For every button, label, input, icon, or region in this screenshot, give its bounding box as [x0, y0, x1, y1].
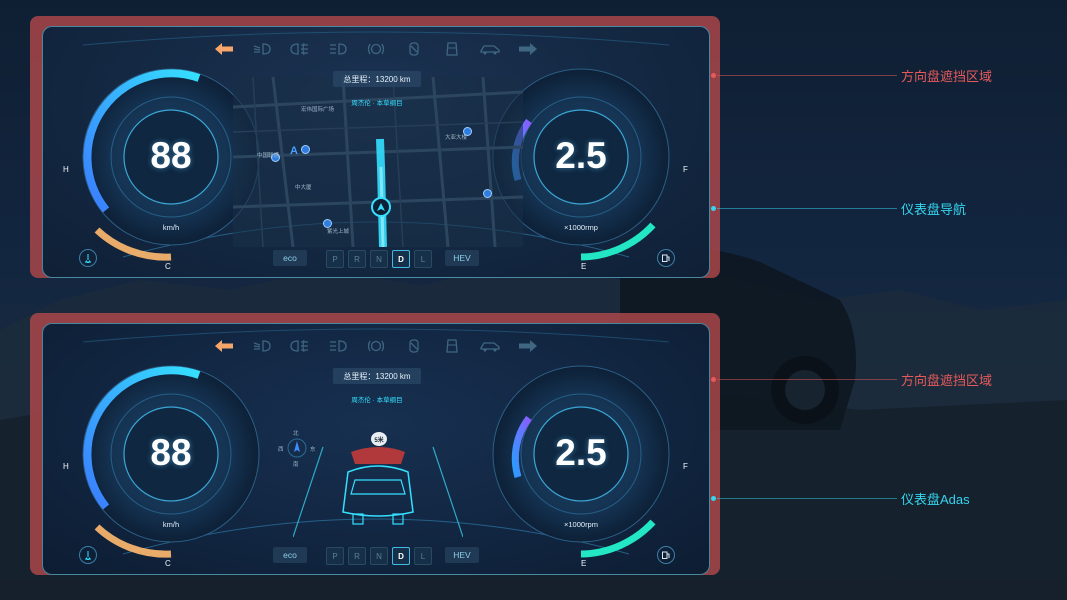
gear-r[interactable]: R: [348, 250, 366, 268]
cluster-panel-adas: 5米 北 南 西 东 总里程：13200 km 周杰伦 · 本草纲目 88 km…: [30, 313, 720, 575]
map-label: 紫光上城: [327, 229, 350, 235]
right-turn-arrow-icon: [516, 336, 540, 356]
fog-light-icon: [288, 336, 312, 356]
map-poi-icon[interactable]: [483, 189, 492, 198]
car-body-icon: [478, 336, 502, 356]
gear-p[interactable]: P: [326, 250, 344, 268]
adas-distance-badge: 5米: [371, 432, 387, 446]
map-label: 宏伟国际广场: [301, 107, 335, 113]
seat-belt-icon: [402, 336, 426, 356]
compass-north-icon: A: [290, 145, 298, 157]
car-body-icon: [478, 39, 502, 59]
callout-mask-label: 方向盘遮挡区域: [901, 69, 993, 84]
vehicle-location-icon: [371, 197, 391, 217]
gear-d[interactable]: D: [392, 547, 410, 565]
drive-mode-hev[interactable]: HEV: [445, 250, 479, 266]
map-label: 大亚大楼: [445, 135, 468, 141]
drive-mode-eco[interactable]: eco: [273, 547, 307, 563]
map-poi-icon[interactable]: [301, 145, 310, 154]
fuel-full-label: F: [683, 165, 688, 174]
door-open-icon: [440, 336, 464, 356]
adas-lane-view: [293, 446, 463, 538]
speed-unit: km/h: [162, 223, 180, 232]
right-turn-arrow-icon: [516, 39, 540, 59]
gear-selector-row: eco PRNDL HEV: [43, 250, 709, 268]
left-turn-arrow-icon: [212, 336, 236, 356]
low-beam-icon: [250, 336, 274, 356]
brake-warning-icon: [364, 39, 388, 59]
gear-selector-row: eco PRNDL HEV: [43, 547, 709, 565]
telltale-bar: [43, 336, 709, 358]
map-label: 中大厦: [295, 185, 312, 191]
temp-high-label: H: [63, 165, 69, 174]
gear-r[interactable]: R: [348, 547, 366, 565]
gear-n[interactable]: N: [370, 547, 388, 565]
rpm-value: 2.5: [555, 135, 607, 176]
rpm-unit: ×1000rmp: [564, 223, 598, 232]
compass-widget: 北 南 西 东: [278, 431, 316, 468]
door-open-icon: [440, 39, 464, 59]
fuel-full-label: F: [683, 462, 688, 471]
high-beam-icon: [326, 336, 350, 356]
odometer-label: 总里程：13200 km: [333, 71, 421, 87]
callout-mask-label: 方向盘遮挡区域: [901, 373, 993, 388]
speed-unit: km/h: [162, 520, 180, 529]
callout-panel-label: 仪表盘导航: [901, 202, 967, 217]
seat-belt-icon: [402, 39, 426, 59]
left-turn-arrow-icon: [212, 39, 236, 59]
gear-l[interactable]: L: [414, 547, 432, 565]
rpm-value: 2.5: [555, 432, 607, 473]
now-playing-route: 周杰伦 · 本草纲目: [351, 397, 403, 404]
gear-d[interactable]: D: [392, 250, 410, 268]
speed-value: 88: [150, 135, 192, 176]
cluster-screen: 5米 北 南 西 东 总里程：13200 km 周杰伦 · 本草纲目 88 km…: [42, 323, 710, 575]
odometer-label: 总里程：13200 km: [333, 368, 421, 384]
low-beam-icon: [250, 39, 274, 59]
temp-high-label: H: [63, 462, 69, 471]
high-beam-icon: [326, 39, 350, 59]
drive-mode-hev[interactable]: HEV: [445, 547, 479, 563]
telltale-bar: [43, 39, 709, 61]
cluster-screen: A 中国联通 中大厦 大亚大楼 宏伟国际广场 紫光上城 总里程：13200 km…: [42, 26, 710, 278]
speed-value: 88: [150, 432, 192, 473]
now-playing-route: 周杰伦 · 本草纲目: [351, 100, 403, 107]
cluster-panel-navigation: A 中国联通 中大厦 大亚大楼 宏伟国际广场 紫光上城 总里程：13200 km…: [30, 16, 720, 278]
rpm-unit: ×1000rpm: [564, 520, 598, 529]
gear-n[interactable]: N: [370, 250, 388, 268]
gear-p[interactable]: P: [326, 547, 344, 565]
brake-warning-icon: [364, 336, 388, 356]
drive-mode-eco[interactable]: eco: [273, 250, 307, 266]
fog-light-icon: [288, 39, 312, 59]
callout-panel-label: 仪表盘Adas: [901, 492, 970, 507]
map-label: 中国联通: [257, 153, 280, 159]
gear-l[interactable]: L: [414, 250, 432, 268]
